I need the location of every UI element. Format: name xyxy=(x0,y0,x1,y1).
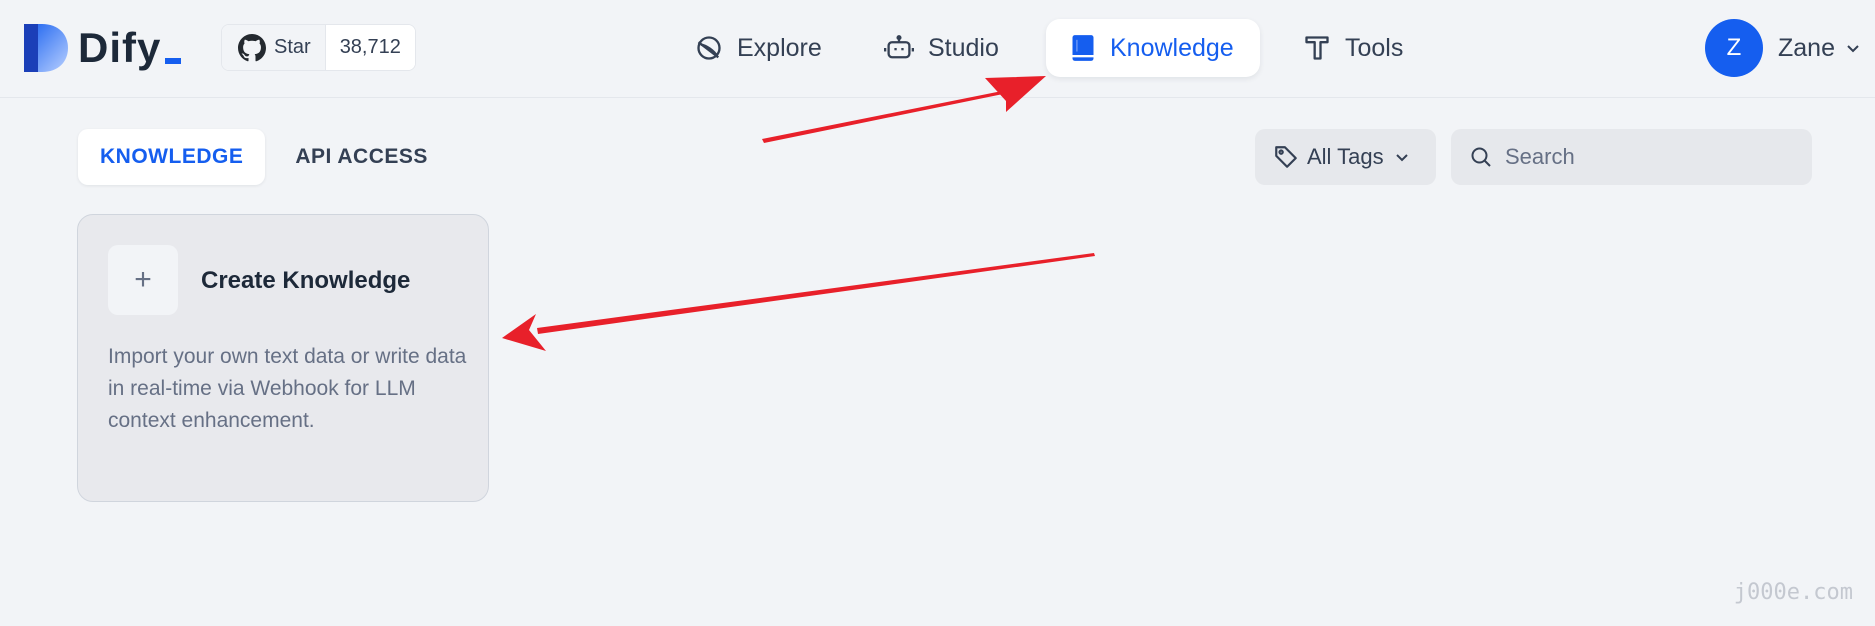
nav-knowledge-label: Knowledge xyxy=(1110,33,1234,62)
user-name: Zane xyxy=(1778,33,1835,62)
dify-logo[interactable]: Dify xyxy=(22,22,182,74)
github-star-widget[interactable]: Star 38,712 xyxy=(221,24,416,71)
nav-explore[interactable]: Explore xyxy=(695,19,822,77)
brand-name: Dify xyxy=(78,24,182,72)
watermark: j000e.com xyxy=(1733,580,1853,605)
user-menu[interactable]: Z Zane xyxy=(1705,19,1861,77)
create-knowledge-card[interactable]: + Create Knowledge Import your own text … xyxy=(77,214,489,502)
tag-icon xyxy=(1275,146,1297,168)
nav-tools[interactable]: Tools xyxy=(1303,19,1403,77)
plus-icon: + xyxy=(108,245,178,315)
book-icon xyxy=(1072,35,1094,61)
search-box[interactable] xyxy=(1451,129,1812,185)
chevron-down-icon xyxy=(1847,45,1859,53)
arrow-to-create-card xyxy=(502,253,1095,351)
card-title: Create Knowledge xyxy=(201,267,411,294)
github-star-button[interactable]: Star xyxy=(222,25,326,70)
chevron-down-icon xyxy=(1395,154,1408,162)
knowledge-tabs: KNOWLEDGE API ACCESS xyxy=(78,129,450,185)
nav-explore-label: Explore xyxy=(737,33,822,62)
dify-logo-mark-icon xyxy=(24,24,68,72)
github-star-count[interactable]: 38,712 xyxy=(325,25,415,70)
nav-tools-label: Tools xyxy=(1345,33,1404,62)
github-star-label: Star xyxy=(274,36,311,58)
card-description: Import your own text data or write data … xyxy=(108,345,467,432)
all-tags-filter[interactable]: All Tags xyxy=(1255,129,1436,185)
github-icon xyxy=(238,33,266,61)
hammer-icon xyxy=(1305,36,1329,60)
top-header: Dify Star 38,712 Explore Studio Knowledg… xyxy=(0,0,1875,98)
nav-studio[interactable]: Studio xyxy=(884,19,999,77)
nav-knowledge[interactable]: Knowledge xyxy=(1046,19,1260,77)
avatar[interactable]: Z xyxy=(1705,19,1763,77)
all-tags-label: All Tags xyxy=(1307,144,1384,169)
nav-studio-label: Studio xyxy=(928,33,999,62)
tab-knowledge[interactable]: KNOWLEDGE xyxy=(78,129,266,185)
robot-icon xyxy=(884,35,914,59)
tab-api-access[interactable]: API ACCESS xyxy=(273,129,450,185)
search-input[interactable] xyxy=(1505,144,1795,170)
search-icon xyxy=(1471,147,1491,167)
compass-icon xyxy=(697,36,721,60)
